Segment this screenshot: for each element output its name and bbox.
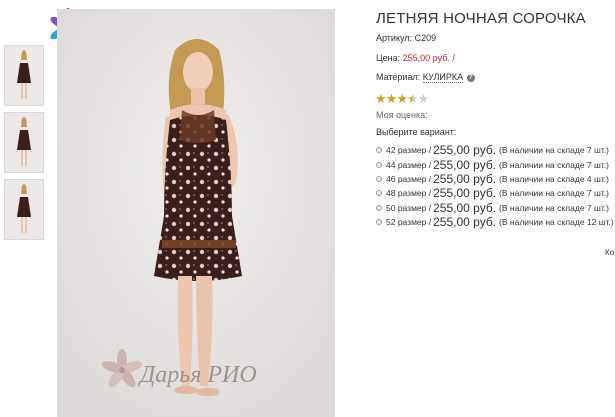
material-label: Материал: <box>376 72 421 82</box>
thumbnail-2[interactable] <box>4 112 44 173</box>
material-link[interactable]: КУЛИРКА <box>422 72 464 83</box>
article-row: Артикул: С209 <box>376 33 436 43</box>
material-row: Материал: КУЛИРКА ? <box>376 72 475 83</box>
thumbnail-1[interactable] <box>4 45 44 106</box>
article-value: С209 <box>414 33 437 43</box>
star-icon[interactable]: ★ <box>375 91 387 106</box>
variant-sep: / <box>428 145 432 156</box>
star-icon[interactable]: ★ <box>396 91 408 106</box>
variant-sep: / <box>428 159 432 170</box>
variant-price: 255,00 руб. <box>433 143 497 158</box>
variant-list: 42 размер / 255,00 руб. (В наличии на ск… <box>376 143 614 229</box>
variant-option[interactable]: 52 размер / 255,00 руб. (В наличии на ск… <box>376 215 614 229</box>
variant-sep: / <box>428 188 432 199</box>
choose-variant-label: Выберите вариант: <box>376 127 457 137</box>
radio-button[interactable] <box>376 147 382 154</box>
variant-option[interactable]: 44 размер / 255,00 руб. (В наличии на ск… <box>376 157 614 172</box>
variant-size: 46 размер <box>386 173 427 184</box>
price-row: Цена: 255,00 руб. / <box>376 53 455 63</box>
main-product-photo[interactable]: Дарья РИО <box>57 9 335 417</box>
my-rating-label: Моя оценка: <box>376 110 428 120</box>
star-empty-icon[interactable]: ★ <box>418 91 430 106</box>
variant-option[interactable]: 48 размер / 255,00 руб. (В наличии на ск… <box>376 186 614 200</box>
variant-sep: / <box>428 173 432 184</box>
radio-button[interactable] <box>376 161 382 168</box>
price-value: 255,00 руб. <box>402 53 450 63</box>
radio-button[interactable] <box>376 219 382 226</box>
variant-option[interactable]: 46 размер / 255,00 руб. (В наличии на ск… <box>376 172 614 186</box>
variant-price: 255,00 руб. <box>433 186 497 201</box>
thumbnail-3[interactable] <box>4 179 44 240</box>
star-icon[interactable]: ★ <box>386 91 398 106</box>
variant-price: 255,00 руб. <box>433 157 497 172</box>
help-icon[interactable]: ? <box>466 73 475 82</box>
radio-button[interactable] <box>376 175 382 182</box>
price-label: Цена: <box>376 53 401 63</box>
watermark: Дарья РИО <box>140 362 257 388</box>
cut-off-text: Ко <box>605 248 615 257</box>
variant-price: 255,00 руб. <box>433 200 497 215</box>
variant-sep: / <box>428 202 432 213</box>
variant-stock: (В наличии на складе 12 шт.) <box>499 217 614 228</box>
variant-stock: (В наличии на складе 7 шт.) <box>499 159 609 170</box>
variant-size: 42 размер <box>386 145 427 156</box>
radio-button[interactable] <box>376 204 382 211</box>
variant-sep: / <box>428 217 432 228</box>
radio-button[interactable] <box>376 190 382 197</box>
price-suffix: / <box>452 53 455 63</box>
rating-stars[interactable]: ★★★★★ <box>375 91 430 107</box>
variant-size: 52 размер <box>386 217 427 228</box>
article-label: Артикул: <box>376 33 413 43</box>
variant-option[interactable]: 50 размер / 255,00 руб. (В наличии на ск… <box>376 201 614 215</box>
variant-stock: (В наличии на складе 7 шт.) <box>499 202 609 213</box>
variant-size: 50 размер <box>386 202 427 213</box>
variant-stock: (В наличии на складе 7 шт.) <box>499 188 609 199</box>
variant-option[interactable]: 42 размер / 255,00 руб. (В наличии на ск… <box>376 143 614 157</box>
variant-price: 255,00 руб. <box>433 215 497 230</box>
variant-size: 48 размер <box>386 188 427 199</box>
star-half-icon[interactable]: ★ <box>407 91 419 106</box>
product-title: ЛЕТНЯЯ НОЧНАЯ СОРОЧКА <box>376 10 586 27</box>
variant-stock: (В наличии на складе 4 шт.) <box>499 173 609 184</box>
variant-price: 255,00 руб. <box>433 171 497 186</box>
variant-size: 44 размер <box>386 159 427 170</box>
variant-stock: (В наличии на складе 7 шт.) <box>499 145 609 156</box>
